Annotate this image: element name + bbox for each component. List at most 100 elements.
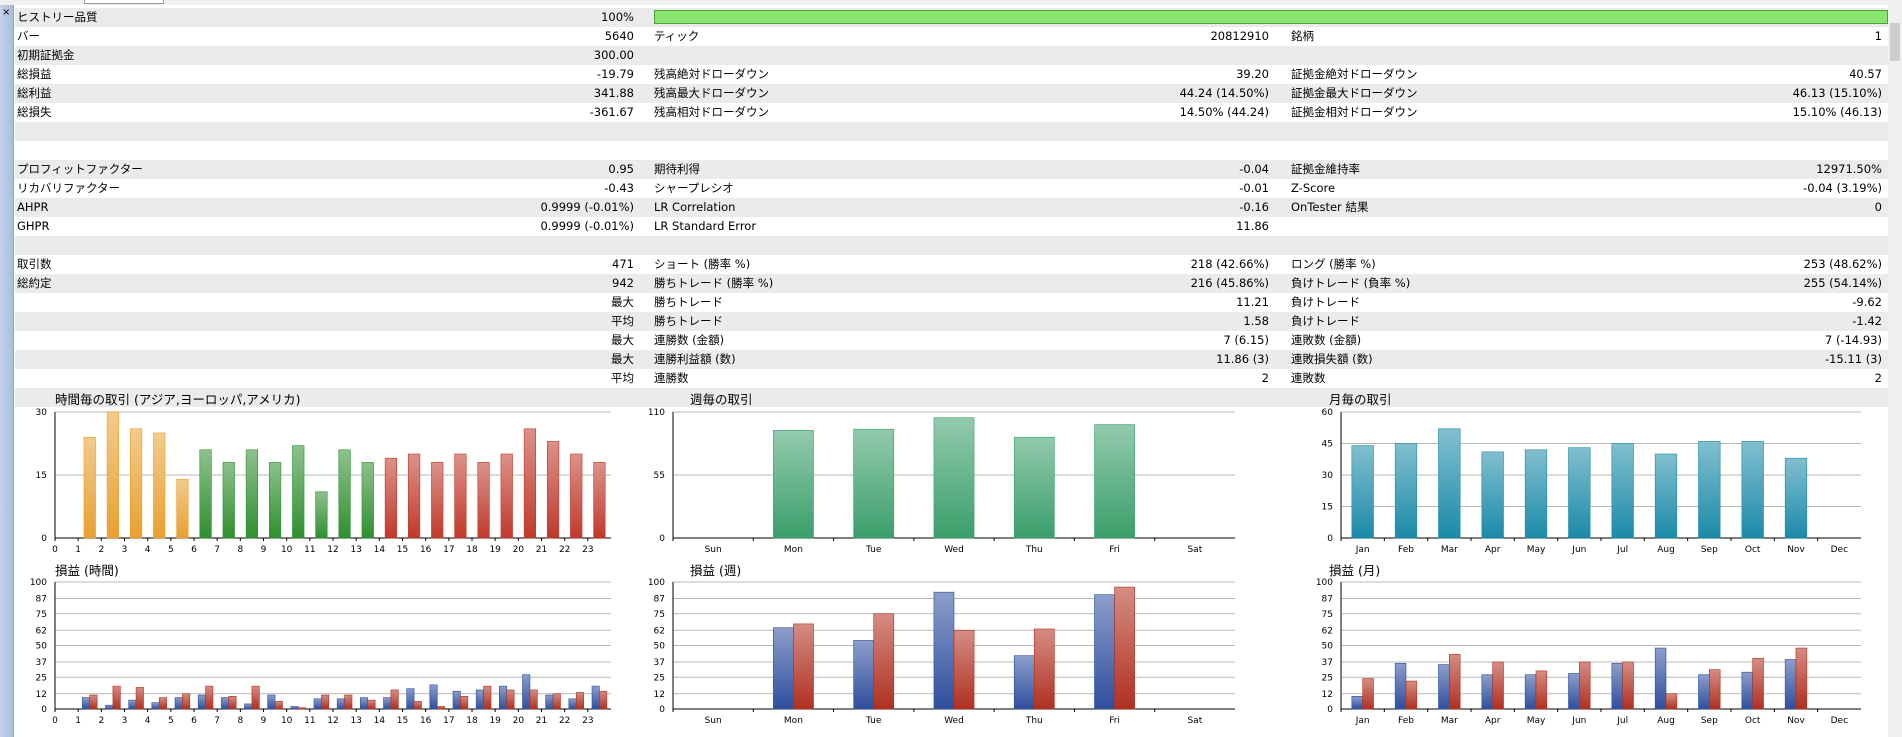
y-tick-label: 0 — [659, 705, 665, 715]
bar — [290, 706, 299, 710]
bar — [460, 696, 469, 710]
bar — [1568, 673, 1580, 710]
bar — [529, 689, 538, 710]
stat-label: 連敗損失額 (数) — [1291, 352, 1373, 366]
bar — [773, 627, 794, 710]
bar — [274, 701, 283, 710]
scrollbar-thumb[interactable] — [1890, 23, 1900, 61]
stat-label: 残高相対ドローダウン — [654, 105, 769, 119]
x-tick-label: 15 — [397, 545, 408, 555]
x-tick-label: 2 — [98, 716, 104, 726]
y-tick-label: 15 — [1322, 503, 1333, 513]
bar — [135, 687, 144, 710]
stat-label: 残高最大ドローダウン — [654, 86, 769, 100]
chart-hour-trades: 015300 1 2 3 4 5 6 7 8 9 10 11 12 13 14 15 16 17 18 19 20 21 2… — [36, 408, 611, 555]
bar — [112, 685, 121, 710]
bar — [129, 428, 143, 539]
x-tick-label: 1 — [75, 716, 81, 726]
y-tick-label: 30 — [36, 408, 48, 418]
x-tick-label: 9 — [261, 545, 267, 555]
stat-value: -1.42 — [1852, 314, 1882, 328]
bar — [499, 685, 508, 710]
bar — [221, 697, 230, 710]
x-tick-label: 21 — [536, 716, 547, 726]
x-tick-label: 0 — [52, 716, 58, 726]
bar — [176, 478, 189, 539]
y-tick-label: 100 — [1316, 578, 1333, 588]
bar — [1351, 445, 1374, 539]
bar — [1033, 628, 1055, 710]
stat-value: -19.79 — [596, 67, 634, 81]
bar — [793, 623, 814, 710]
chart-week-trades: 0 55 110 Sun Mon Tue Wed Thu Fri Sat — [648, 408, 1235, 555]
bar — [1481, 674, 1493, 710]
bar — [83, 436, 96, 539]
x-tick-label: 22 — [559, 716, 570, 726]
window-tab[interactable] — [84, 0, 164, 4]
x-tick-label: 7 — [214, 716, 220, 726]
stat-value: 1.58 — [1243, 314, 1269, 328]
stat-value: -0.43 — [604, 181, 634, 195]
bar — [1665, 693, 1678, 710]
bar — [407, 453, 421, 539]
stat-value: 12971.50% — [1816, 162, 1882, 176]
x-tick-label: Oct — [1745, 716, 1761, 726]
x-tick-label: 22 — [559, 545, 570, 555]
y-tick-label: 37 — [36, 658, 47, 668]
bar — [197, 694, 206, 710]
chart-month-pl: 0 12 25 37 50 62 75 87 100 Jan Feb Mar Apr May Jun Jul A… — [1316, 578, 1861, 726]
close-icon[interactable]: × — [2, 8, 10, 18]
stat-value: 5640 — [604, 29, 634, 43]
y-tick-label: 50 — [1322, 642, 1334, 652]
stat-value: 39.20 — [1236, 67, 1269, 81]
stat-label: GHPR — [17, 219, 50, 233]
stat-label: リカバリファクター — [17, 181, 121, 195]
bar — [477, 462, 490, 539]
bar — [1698, 674, 1710, 710]
x-tick-label: 18 — [466, 545, 478, 555]
bar — [105, 704, 114, 710]
bar — [1524, 674, 1537, 710]
bar — [483, 685, 492, 710]
y-tick-label: 12 — [1322, 690, 1333, 700]
chart-title: 時間毎の取引 (アジア,ヨーロッパ,アメリカ) — [55, 392, 301, 407]
bar — [1741, 671, 1753, 710]
vertical-scrollbar[interactable] — [1888, 5, 1902, 737]
x-tick-label: 6 — [191, 545, 197, 555]
bar — [591, 685, 600, 710]
x-tick-label: 10 — [281, 716, 293, 726]
x-tick-label: Mon — [784, 716, 803, 726]
stats-row: 初期証拠金 300.00 — [15, 46, 1888, 65]
bar — [153, 432, 166, 539]
x-tick-label: 23 — [582, 545, 593, 555]
y-tick-label: 62 — [36, 626, 47, 636]
stat-value: 平均 — [611, 314, 634, 328]
bar — [1524, 449, 1548, 539]
bar — [1394, 662, 1407, 710]
x-tick-label: 11 — [304, 716, 315, 726]
stats-row: AHPR 0.9999 (-0.01%) LR Correlation -0.16 On… — [15, 198, 1888, 217]
stats-row — [15, 141, 1888, 160]
bar — [429, 684, 438, 710]
y-tick-label: 25 — [654, 673, 665, 683]
x-tick-label: 16 — [420, 716, 432, 726]
x-tick-label: Thu — [1025, 716, 1043, 726]
bar — [313, 698, 322, 710]
stat-value: 1 — [1874, 29, 1882, 43]
bar — [244, 703, 253, 710]
x-tick-label: Sep — [1701, 545, 1718, 555]
bar — [593, 462, 606, 539]
x-tick-label: Feb — [1398, 716, 1414, 726]
stat-value: 253 (48.62%) — [1803, 257, 1882, 271]
x-tick-label: 21 — [536, 545, 547, 555]
bar — [1611, 662, 1623, 710]
chart-hour-pl: 0122537506275871000 1 2 3 4 5 6 7 8 9 10 11 12 13 14 15… — [30, 578, 611, 726]
x-tick-label: Jun — [1571, 716, 1586, 726]
bar — [500, 453, 513, 539]
bar — [413, 701, 422, 710]
x-tick-label: Aug — [1657, 716, 1675, 726]
stat-value: 218 (42.66%) — [1190, 257, 1269, 271]
x-tick-label: Apr — [1485, 545, 1501, 555]
stat-value: 942 — [612, 276, 634, 290]
x-tick-label: Jun — [1571, 545, 1586, 555]
